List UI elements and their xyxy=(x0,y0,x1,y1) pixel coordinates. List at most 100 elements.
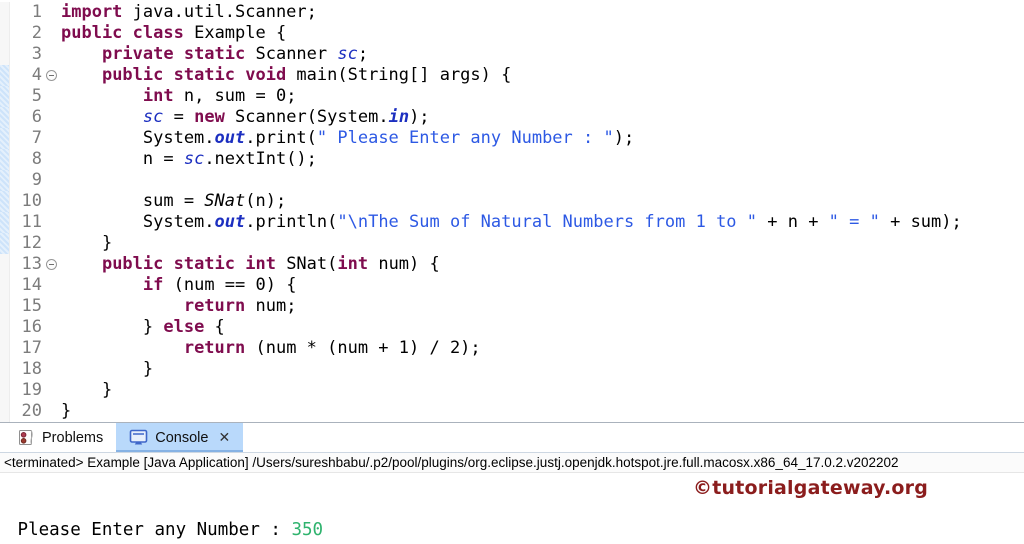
problems-icon xyxy=(19,430,33,445)
code-text[interactable]: } else { xyxy=(60,317,1024,338)
code-text[interactable]: return num; xyxy=(60,296,1024,317)
fold-gutter xyxy=(44,212,60,233)
change-indicator xyxy=(0,170,10,191)
code-text[interactable]: n = sc.nextInt(); xyxy=(60,149,1024,170)
line-number: 14 xyxy=(21,275,42,295)
code-text[interactable]: if (num == 0) { xyxy=(60,275,1024,296)
console-status-line: <terminated> Example [Java Application] … xyxy=(0,453,1024,473)
code-line-11[interactable]: 11 System.out.println("\nThe Sum of Natu… xyxy=(0,212,1024,233)
change-indicator xyxy=(0,212,10,233)
tab-problems-label: Problems xyxy=(42,429,104,446)
user-input-value: 350 xyxy=(291,520,324,540)
tab-problems[interactable]: Problems xyxy=(4,423,116,452)
code-line-13[interactable]: 13 public static int SNat(int num) { xyxy=(0,254,1024,275)
close-icon[interactable]: ✕ xyxy=(218,429,230,446)
fold-gutter xyxy=(44,191,60,212)
change-indicator xyxy=(0,317,10,338)
code-text[interactable]: } xyxy=(60,233,1024,254)
fold-gutter[interactable] xyxy=(44,65,60,86)
code-text[interactable]: private static Scanner sc; xyxy=(60,44,1024,65)
code-text[interactable] xyxy=(60,170,1024,191)
code-text[interactable]: } xyxy=(60,359,1024,380)
fold-gutter xyxy=(44,275,60,296)
code-text[interactable]: } xyxy=(60,401,1024,422)
code-line-7[interactable]: 7 System.out.print(" Please Enter any Nu… xyxy=(0,128,1024,149)
code-text[interactable]: return (num * (num + 1) / 2); xyxy=(60,338,1024,359)
fold-gutter xyxy=(44,317,60,338)
code-line-17[interactable]: 17 return (num * (num + 1) / 2); xyxy=(0,338,1024,359)
code-area[interactable]: 1 import java.util.Scanner; 2 public class … xyxy=(0,2,1024,422)
line-number: 5 xyxy=(31,86,42,106)
line-number: 9 xyxy=(31,170,42,190)
code-text[interactable]: } xyxy=(60,380,1024,401)
collapse-icon[interactable] xyxy=(46,70,57,81)
code-text[interactable]: public class Example { xyxy=(60,23,1024,44)
code-text[interactable]: int n, sum = 0; xyxy=(60,86,1024,107)
code-line-14[interactable]: 14 if (num == 0) { xyxy=(0,275,1024,296)
collapse-icon[interactable] xyxy=(46,259,57,270)
code-line-16[interactable]: 16 } else { xyxy=(0,317,1024,338)
fold-gutter xyxy=(44,86,60,107)
line-number: 3 xyxy=(31,44,42,64)
code-text[interactable]: public static void main(String[] args) { xyxy=(60,65,1024,86)
change-indicator xyxy=(0,128,10,149)
code-text[interactable]: System.out.println("\nThe Sum of Natural… xyxy=(60,212,1024,233)
change-indicator xyxy=(0,65,10,86)
code-line-5[interactable]: 5 int n, sum = 0; xyxy=(0,86,1024,107)
view-tab-bar: Problems Console ✕ xyxy=(0,423,1024,453)
code-line-20[interactable]: 20} xyxy=(0,401,1024,422)
change-indicator xyxy=(0,338,10,359)
code-line-8[interactable]: 8 n = sc.nextInt(); xyxy=(0,149,1024,170)
tab-console-label: Console xyxy=(155,429,209,446)
change-indicator xyxy=(0,233,10,254)
watermark-site: tutorialgateway.org xyxy=(712,477,929,499)
line-number: 6 xyxy=(31,107,42,127)
fold-gutter[interactable] xyxy=(44,254,60,275)
fold-gutter xyxy=(44,23,60,44)
line-number: 15 xyxy=(21,296,42,316)
code-line-12[interactable]: 12 } xyxy=(0,233,1024,254)
change-indicator xyxy=(0,380,10,401)
line-number: 1 xyxy=(31,2,42,22)
line-number: 19 xyxy=(21,380,42,400)
code-line-1[interactable]: 1 import java.util.Scanner; xyxy=(0,2,1024,23)
console-output[interactable]: Please Enter any Number : 350 The Sum of… xyxy=(0,473,1024,543)
code-text[interactable]: sc = new Scanner(System.in); xyxy=(60,107,1024,128)
code-text[interactable]: import java.util.Scanner; xyxy=(60,2,1024,23)
tab-console[interactable]: Console ✕ xyxy=(116,423,244,452)
fold-gutter xyxy=(44,380,60,401)
change-indicator xyxy=(0,107,10,128)
code-line-4[interactable]: 4 public static void main(String[] args)… xyxy=(0,65,1024,86)
java-editor[interactable]: 1 import java.util.Scanner; 2 public class … xyxy=(0,0,1024,423)
line-number: 16 xyxy=(21,317,42,337)
fold-gutter xyxy=(44,359,60,380)
code-line-9[interactable]: 9 xyxy=(0,170,1024,191)
change-indicator xyxy=(0,275,10,296)
code-line-19[interactable]: 19 } xyxy=(0,380,1024,401)
line-number: 17 xyxy=(21,338,42,358)
change-indicator xyxy=(0,23,10,44)
code-line-2[interactable]: 2 public class Example { xyxy=(0,23,1024,44)
line-number: 7 xyxy=(31,128,42,148)
change-indicator xyxy=(0,86,10,107)
code-line-3[interactable]: 3 private static Scanner sc; xyxy=(0,44,1024,65)
prompt-text: Please Enter any Number : xyxy=(7,520,292,540)
code-text[interactable]: System.out.print(" Please Enter any Numb… xyxy=(60,128,1024,149)
code-line-6[interactable]: 6 sc = new Scanner(System.in); xyxy=(0,107,1024,128)
change-indicator xyxy=(0,296,10,317)
line-number: 12 xyxy=(21,233,42,253)
watermark: ©tutorialgateway.org xyxy=(693,478,928,499)
code-line-18[interactable]: 18 } xyxy=(0,359,1024,380)
code-text[interactable]: public static int SNat(int num) { xyxy=(60,254,1024,275)
code-text[interactable]: sum = SNat(n); xyxy=(60,191,1024,212)
fold-gutter xyxy=(44,401,60,422)
line-number: 4 xyxy=(31,65,42,85)
change-indicator xyxy=(0,401,10,422)
line-number: 2 xyxy=(31,23,42,43)
code-line-15[interactable]: 15 return num; xyxy=(0,296,1024,317)
fold-gutter xyxy=(44,44,60,65)
line-number: 18 xyxy=(21,359,42,379)
code-line-10[interactable]: 10 sum = SNat(n); xyxy=(0,191,1024,212)
line-number: 13 xyxy=(21,254,42,274)
change-indicator xyxy=(0,44,10,65)
